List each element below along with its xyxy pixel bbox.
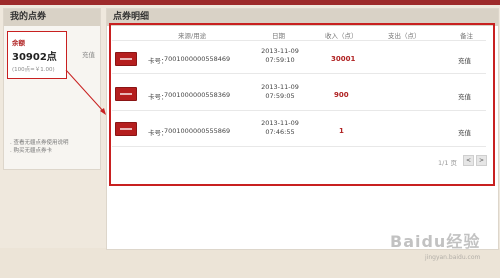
col-date: 日期 xyxy=(272,32,285,40)
my-coupons-title: 我的点券 xyxy=(4,9,100,26)
row-date: 2013-11-09 07:59:10 xyxy=(258,47,302,65)
card-icon xyxy=(115,87,137,101)
time-value: 07:59:05 xyxy=(265,92,295,100)
income-value: 900 xyxy=(334,91,349,99)
date-value: 2013-11-09 xyxy=(261,47,299,55)
row-date: 2013-11-09 07:59:05 xyxy=(258,83,302,101)
balance-value: 30902点 xyxy=(12,52,57,63)
note-value: 充值 xyxy=(458,93,471,101)
recharge-link[interactable]: 充值 xyxy=(82,49,95,59)
card-number: 7001000000558469 xyxy=(164,55,231,63)
card-icon xyxy=(115,52,137,66)
note-usage-link[interactable]: . 查看无疆点券使用说明 xyxy=(10,139,69,147)
time-value: 07:59:10 xyxy=(265,56,295,64)
col-income: 收入（点） xyxy=(325,32,358,40)
header-divider xyxy=(112,40,486,41)
date-value: 2013-11-09 xyxy=(261,83,299,91)
col-expense: 支出（点） xyxy=(388,32,421,40)
card-number: 7001000000555869 xyxy=(164,127,231,135)
note-buy-link[interactable]: . 购买无疆点券卡 xyxy=(10,147,69,155)
row-divider xyxy=(112,73,486,74)
row-date: 2013-11-09 07:46:55 xyxy=(258,119,302,137)
balance-box: 余额 30902点 (100点=￥1.00) xyxy=(7,31,67,79)
income-value: 1 xyxy=(339,127,344,135)
note-value: 充值 xyxy=(458,57,471,65)
notes-list: . 查看无疆点券使用说明 . 购买无疆点券卡 xyxy=(10,139,69,155)
balance-rate: (100点=￥1.00) xyxy=(12,67,55,73)
income-value: 30001 xyxy=(331,55,356,63)
next-page-button[interactable]: > xyxy=(476,155,487,166)
col-source: 来源/用途 xyxy=(178,32,207,40)
row-divider xyxy=(112,146,486,147)
pager-text: 1/1 页 xyxy=(438,159,458,167)
my-coupons-panel: 我的点券 余额 30902点 (100点=￥1.00) 充值 . 查看无疆点券使… xyxy=(3,8,101,170)
note-value: 充值 xyxy=(458,129,471,137)
prev-page-button[interactable]: < xyxy=(463,155,474,166)
time-value: 07:46:55 xyxy=(265,128,295,136)
date-value: 2013-11-09 xyxy=(261,119,299,127)
bottom-area xyxy=(0,248,500,278)
row-divider xyxy=(112,110,486,111)
top-strip xyxy=(0,0,500,5)
watermark: Baidu经验 xyxy=(390,232,481,251)
card-number: 7001000000558369 xyxy=(164,91,231,99)
watermark-url: jingyan.baidu.com xyxy=(425,254,481,261)
balance-label: 余额 xyxy=(12,39,25,47)
col-note: 备注 xyxy=(460,32,473,40)
card-icon xyxy=(115,122,137,136)
